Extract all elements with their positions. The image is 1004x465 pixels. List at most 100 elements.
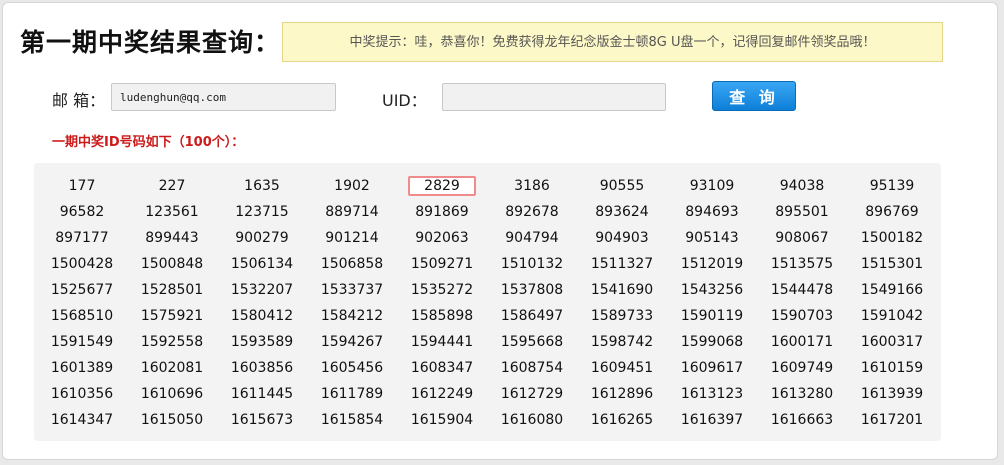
- email-label: 邮 箱：: [52, 91, 106, 110]
- winner-id: 1595668: [500, 334, 564, 350]
- id-row: 1614347 1615050 1615673 1615854 1615904 16160…: [34, 407, 941, 433]
- page-title: 第一期中奖结果查询：: [20, 28, 281, 57]
- winner-id: 1613280: [770, 386, 834, 402]
- winner-list-heading: 一期中奖ID号码如下（100个）：: [52, 135, 245, 150]
- winner-id: 1590703: [770, 308, 834, 324]
- winner-id: 902063: [415, 230, 469, 246]
- prize-notice-banner: 中奖提示：哇，恭喜你！免费获得龙年纪念版金士顿8G U盘一个，记得回复邮件领奖品…: [282, 22, 943, 62]
- winner-id: 1616397: [680, 412, 744, 428]
- winner-id: 1585898: [410, 308, 474, 324]
- winner-id: 1511327: [590, 256, 654, 272]
- winner-id: 1575921: [140, 308, 204, 324]
- winner-id: 1605456: [320, 360, 384, 376]
- winner-id: 1615854: [320, 412, 384, 428]
- winner-id: 1612896: [590, 386, 654, 402]
- winner-id-highlighted: 2829: [397, 173, 487, 199]
- winner-id: 1535272: [410, 282, 474, 298]
- winner-id: 891869: [415, 204, 469, 220]
- winner-id: 96582: [59, 204, 105, 220]
- winner-id: 123715: [235, 204, 289, 220]
- query-panel: 第一期中奖结果查询： 中奖提示：哇，恭喜你！免费获得龙年纪念版金士顿8G U盘一…: [2, 2, 998, 460]
- id-row: 897177 899443 900279 901214 902063 904794 9049…: [34, 225, 941, 251]
- winner-id: 1602081: [140, 360, 204, 376]
- winner-id: 90555: [599, 178, 645, 194]
- winner-id: 1600171: [770, 334, 834, 350]
- winner-id: 1608754: [500, 360, 564, 376]
- winner-id: 1549166: [860, 282, 924, 298]
- winner-id: 1541690: [590, 282, 654, 298]
- winner-id: 1617201: [860, 412, 924, 428]
- winner-id: 1599068: [680, 334, 744, 350]
- winner-id: 1615050: [140, 412, 204, 428]
- winner-id: 1902: [334, 178, 370, 194]
- winner-id: 1590119: [680, 308, 744, 324]
- winner-id: 93109: [689, 178, 735, 194]
- winner-id: 1610696: [140, 386, 204, 402]
- winner-id: 1586497: [500, 308, 564, 324]
- id-row: 1601389 1602081 1603856 1605456 1608347 16087…: [34, 355, 941, 381]
- id-row: 177 227 1635 1902 2829 3186 90555 93109 94038 951…: [34, 173, 941, 199]
- winner-id: 889714: [325, 204, 379, 220]
- winner-id: 1512019: [680, 256, 744, 272]
- winner-id: 1615904: [410, 412, 474, 428]
- winner-id: 904903: [595, 230, 649, 246]
- winner-id: 897177: [55, 230, 109, 246]
- email-field[interactable]: [111, 83, 336, 111]
- id-row: 1610356 1610696 1611445 1611789 1612249 16127…: [34, 381, 941, 407]
- winner-id: 177: [68, 178, 96, 194]
- winner-id: 1594267: [320, 334, 384, 350]
- winner-id: 1528501: [140, 282, 204, 298]
- winner-id: 1515301: [860, 256, 924, 272]
- winner-id: 908067: [775, 230, 829, 246]
- winner-id: 1593589: [230, 334, 294, 350]
- id-row: 1500428 1500848 1506134 1506858 1509271 15101…: [34, 251, 941, 277]
- winner-id: 901214: [325, 230, 379, 246]
- winner-id: 1533737: [320, 282, 384, 298]
- winner-id: 900279: [235, 230, 289, 246]
- winner-id: 1591549: [50, 334, 114, 350]
- winner-id: 1580412: [230, 308, 294, 324]
- uid-field[interactable]: [442, 83, 666, 111]
- winner-id: 1611445: [230, 386, 294, 402]
- winner-id: 227: [158, 178, 186, 194]
- winner-id: 1589733: [590, 308, 654, 324]
- winner-id: 1609749: [770, 360, 834, 376]
- winner-id: 1613123: [680, 386, 744, 402]
- winner-id: 899443: [145, 230, 199, 246]
- winner-id: 1568510: [50, 308, 114, 324]
- winner-id: 1610356: [50, 386, 114, 402]
- winner-id: 1513575: [770, 256, 834, 272]
- winner-id: 1544478: [770, 282, 834, 298]
- winner-id: 1616265: [590, 412, 654, 428]
- winner-id: 1612249: [410, 386, 474, 402]
- winner-id: 1594441: [410, 334, 474, 350]
- winner-id: 1613939: [860, 386, 924, 402]
- winner-id: 1635: [244, 178, 280, 194]
- winner-id: 1610159: [860, 360, 924, 376]
- winner-id-grid: 177 227 1635 1902 2829 3186 90555 93109 94038 951…: [34, 163, 941, 441]
- uid-label: UID：: [382, 91, 427, 110]
- winner-id: 1614347: [50, 412, 114, 428]
- winner-id: 1543256: [680, 282, 744, 298]
- winner-id: 896769: [865, 204, 919, 220]
- winner-id: 1532207: [230, 282, 294, 298]
- winner-id: 123561: [145, 204, 199, 220]
- winner-id: 1592558: [140, 334, 204, 350]
- id-row: 1568510 1575921 1580412 1584212 1585898 15864…: [34, 303, 941, 329]
- winner-id: 1600317: [860, 334, 924, 350]
- winner-id: 1608347: [410, 360, 474, 376]
- winner-id: 1609451: [590, 360, 654, 376]
- winner-id: 94038: [779, 178, 825, 194]
- winner-id: 893624: [595, 204, 649, 220]
- query-button[interactable]: 查 询: [712, 81, 796, 111]
- winner-id: 894693: [685, 204, 739, 220]
- winner-id: 1506858: [320, 256, 384, 272]
- id-row: 1525677 1528501 1532207 1533737 1535272 15378…: [34, 277, 941, 303]
- winner-id: 1509271: [410, 256, 474, 272]
- winner-id: 1611789: [320, 386, 384, 402]
- winner-id: 905143: [685, 230, 739, 246]
- winner-id: 1537808: [500, 282, 564, 298]
- winner-id: 1612729: [500, 386, 564, 402]
- id-row: 96582 123561 123715 889714 891869 892678 89362…: [34, 199, 941, 225]
- winner-id: 95139: [869, 178, 915, 194]
